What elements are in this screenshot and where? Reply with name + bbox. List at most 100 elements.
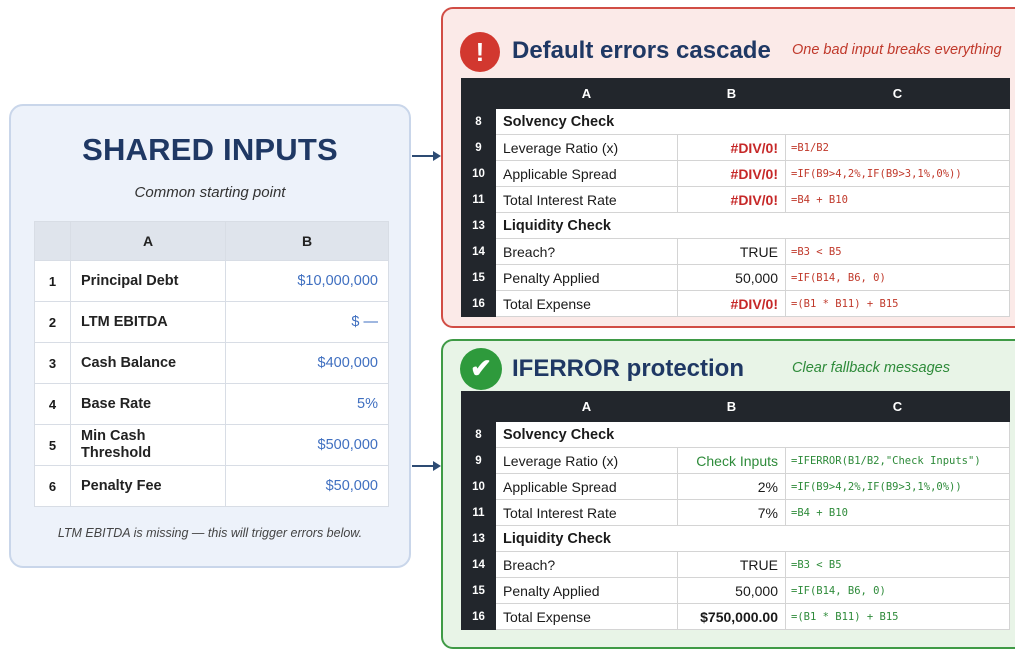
cell-formula[interactable]: =IFERROR(B1/B2,"Check Inputs") xyxy=(785,447,1010,474)
input-value[interactable]: 5% xyxy=(225,383,389,425)
cell-value[interactable]: #DIV/0! xyxy=(677,160,786,187)
row-number[interactable]: 15 xyxy=(461,264,496,291)
cell-label[interactable]: Total Interest Rate xyxy=(495,499,678,526)
column-header-b[interactable]: B xyxy=(225,221,389,261)
section-row: 13 Liquidity Check xyxy=(461,525,1010,552)
row-number[interactable]: 5 xyxy=(34,424,71,466)
column-header-a[interactable]: A xyxy=(70,221,226,261)
cell-formula[interactable]: =(B1 * B11) + B15 xyxy=(785,290,1010,317)
input-label[interactable]: LTM EBITDA xyxy=(70,301,226,343)
cell-value[interactable]: #DIV/0! xyxy=(677,186,786,213)
row-number[interactable]: 11 xyxy=(461,186,496,213)
cell-formula[interactable]: =B4 + B10 xyxy=(785,499,1010,526)
cell-formula[interactable]: =B3 < B5 xyxy=(785,551,1010,578)
cell-value[interactable]: $750,000.00 xyxy=(677,603,786,630)
row-number[interactable]: 11 xyxy=(461,499,496,526)
cell-label[interactable]: Leverage Ratio (x) xyxy=(495,134,678,161)
cell-label[interactable]: Total Expense xyxy=(495,603,678,630)
cell-value[interactable]: 50,000 xyxy=(677,264,786,291)
input-label[interactable]: Min Cash Threshold xyxy=(70,424,226,466)
section-heading[interactable]: Liquidity Check xyxy=(495,212,1010,239)
column-header-b[interactable]: B xyxy=(677,391,786,422)
input-value[interactable]: $400,000 xyxy=(225,342,389,384)
cell-formula[interactable]: =IF(B14, B6, 0) xyxy=(785,264,1010,291)
input-label[interactable]: Base Rate xyxy=(70,383,226,425)
cell-label[interactable]: Total Interest Rate xyxy=(495,186,678,213)
cell-label[interactable]: Penalty Applied xyxy=(495,577,678,604)
cell-label[interactable]: Breach? xyxy=(495,238,678,265)
section-heading[interactable]: Solvency Check xyxy=(495,108,1010,135)
input-label[interactable]: Cash Balance xyxy=(70,342,226,384)
corner-cell xyxy=(461,78,496,109)
section-heading[interactable]: Solvency Check xyxy=(495,421,1010,448)
table-row: 15 Penalty Applied 50,000 =IF(B14, B6, 0… xyxy=(461,264,1010,291)
cell-label[interactable]: Penalty Applied xyxy=(495,264,678,291)
cell-value[interactable]: #DIV/0! xyxy=(677,290,786,317)
input-value[interactable]: $ — xyxy=(225,301,389,343)
section-heading[interactable]: Liquidity Check xyxy=(495,525,1010,552)
arrow-to-ok-panel xyxy=(412,461,441,471)
row-number[interactable]: 16 xyxy=(461,290,496,317)
cell-formula[interactable]: =(B1 * B11) + B15 xyxy=(785,603,1010,630)
row-number[interactable]: 13 xyxy=(461,525,496,552)
table-row: 6 Penalty Fee $50,000 xyxy=(34,465,389,507)
row-number[interactable]: 1 xyxy=(34,260,71,302)
row-number[interactable]: 14 xyxy=(461,551,496,578)
cell-formula[interactable]: =B3 < B5 xyxy=(785,238,1010,265)
row-number[interactable]: 9 xyxy=(461,134,496,161)
column-header-c[interactable]: C xyxy=(785,391,1010,422)
row-number[interactable]: 14 xyxy=(461,238,496,265)
row-number[interactable]: 2 xyxy=(34,301,71,343)
cell-value[interactable]: 2% xyxy=(677,473,786,500)
column-header-a[interactable]: A xyxy=(495,391,678,422)
input-value[interactable]: $10,000,000 xyxy=(225,260,389,302)
cell-label[interactable]: Breach? xyxy=(495,551,678,578)
row-number[interactable]: 6 xyxy=(34,465,71,507)
corner-cell xyxy=(34,221,71,261)
cell-formula[interactable]: =B1/B2 xyxy=(785,134,1010,161)
row-number[interactable]: 13 xyxy=(461,212,496,239)
cell-label[interactable]: Total Expense xyxy=(495,290,678,317)
row-number[interactable]: 9 xyxy=(461,447,496,474)
cell-formula[interactable]: =B4 + B10 xyxy=(785,186,1010,213)
input-label[interactable]: Penalty Fee xyxy=(70,465,226,507)
cell-value[interactable]: TRUE xyxy=(677,551,786,578)
input-value[interactable]: $500,000 xyxy=(225,424,389,466)
cell-formula[interactable]: =IF(B9>4,2%,IF(B9>3,1%,0%)) xyxy=(785,473,1010,500)
cell-value[interactable]: #DIV/0! xyxy=(677,134,786,161)
error-panel-tagline: One bad input breaks everything xyxy=(792,42,1002,58)
iferror-protection-panel: ✔ IFERROR protection Clear fallback mess… xyxy=(441,339,1015,649)
table-row: 9 Leverage Ratio (x) Check Inputs =IFERR… xyxy=(461,447,1010,474)
row-number[interactable]: 10 xyxy=(461,160,496,187)
cell-value[interactable]: 7% xyxy=(677,499,786,526)
table-row: 10 Applicable Spread 2% =IF(B9>4,2%,IF(B… xyxy=(461,473,1010,500)
cell-value[interactable]: 50,000 xyxy=(677,577,786,604)
row-number[interactable]: 16 xyxy=(461,603,496,630)
cell-value[interactable]: TRUE xyxy=(677,238,786,265)
input-value[interactable]: $50,000 xyxy=(225,465,389,507)
inputs-table: A B 1 Principal Debt $10,000,000 2 LTM E… xyxy=(34,221,389,507)
column-header-b[interactable]: B xyxy=(677,78,786,109)
row-number[interactable]: 8 xyxy=(461,108,496,135)
cell-label[interactable]: Leverage Ratio (x) xyxy=(495,447,678,474)
row-number[interactable]: 8 xyxy=(461,421,496,448)
exclamation-icon: ! xyxy=(460,32,500,72)
cell-value[interactable]: Check Inputs xyxy=(677,447,786,474)
input-label[interactable]: Principal Debt xyxy=(70,260,226,302)
cell-formula[interactable]: =IF(B14, B6, 0) xyxy=(785,577,1010,604)
error-panel-title: Default errors cascade xyxy=(512,37,771,64)
row-number[interactable]: 4 xyxy=(34,383,71,425)
column-header-a[interactable]: A xyxy=(495,78,678,109)
row-number[interactable]: 3 xyxy=(34,342,71,384)
column-header-c[interactable]: C xyxy=(785,78,1010,109)
table-row: 14 Breach? TRUE =B3 < B5 xyxy=(461,551,1010,578)
missing-input-note: LTM EBITDA is missing — this will trigge… xyxy=(57,526,363,540)
table-row: 9 Leverage Ratio (x) #DIV/0! =B1/B2 xyxy=(461,134,1010,161)
cell-label[interactable]: Applicable Spread xyxy=(495,160,678,187)
table-row: 14 Breach? TRUE =B3 < B5 xyxy=(461,238,1010,265)
row-number[interactable]: 10 xyxy=(461,473,496,500)
cell-formula[interactable]: =IF(B9>4,2%,IF(B9>3,1%,0%)) xyxy=(785,160,1010,187)
cell-label[interactable]: Applicable Spread xyxy=(495,473,678,500)
arrow-to-error-panel xyxy=(412,151,441,161)
row-number[interactable]: 15 xyxy=(461,577,496,604)
